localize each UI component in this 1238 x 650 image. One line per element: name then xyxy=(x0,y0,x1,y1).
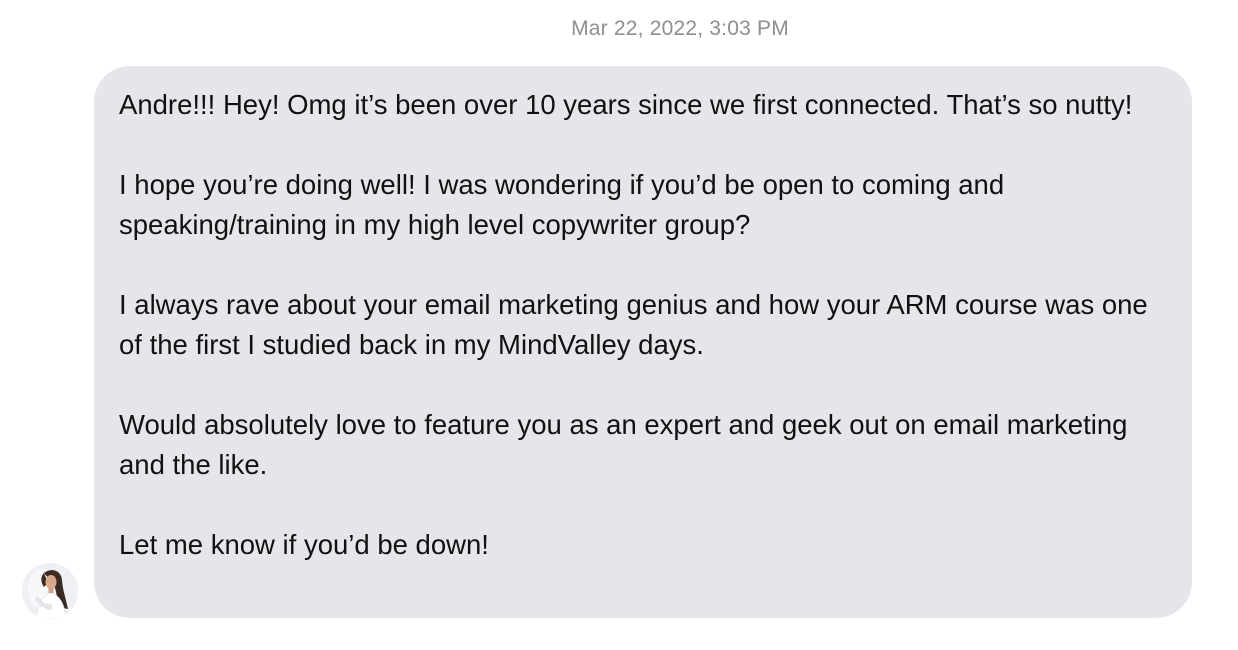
message-thread: Mar 22, 2022, 3:03 PM Andre!!! Hey! Omg … xyxy=(0,0,1238,650)
profile-photo-avatar-icon xyxy=(22,563,78,619)
message-paragraph-5: Let me know if you’d be down! xyxy=(119,529,489,560)
message-paragraph-4: Would absolutely love to feature you as … xyxy=(119,409,1128,480)
sender-avatar[interactable] xyxy=(22,563,78,619)
message-timestamp: Mar 22, 2022, 3:03 PM xyxy=(571,17,789,40)
message-paragraph-3: I always rave about your email marketing… xyxy=(119,289,1148,360)
message-bubble[interactable]: Andre!!! Hey! Omg it’s been over 10 year… xyxy=(94,66,1192,618)
message-paragraph-2: I hope you’re doing well! I was wonderin… xyxy=(119,169,1005,240)
message-paragraph-1: Andre!!! Hey! Omg it’s been over 10 year… xyxy=(119,89,1133,120)
